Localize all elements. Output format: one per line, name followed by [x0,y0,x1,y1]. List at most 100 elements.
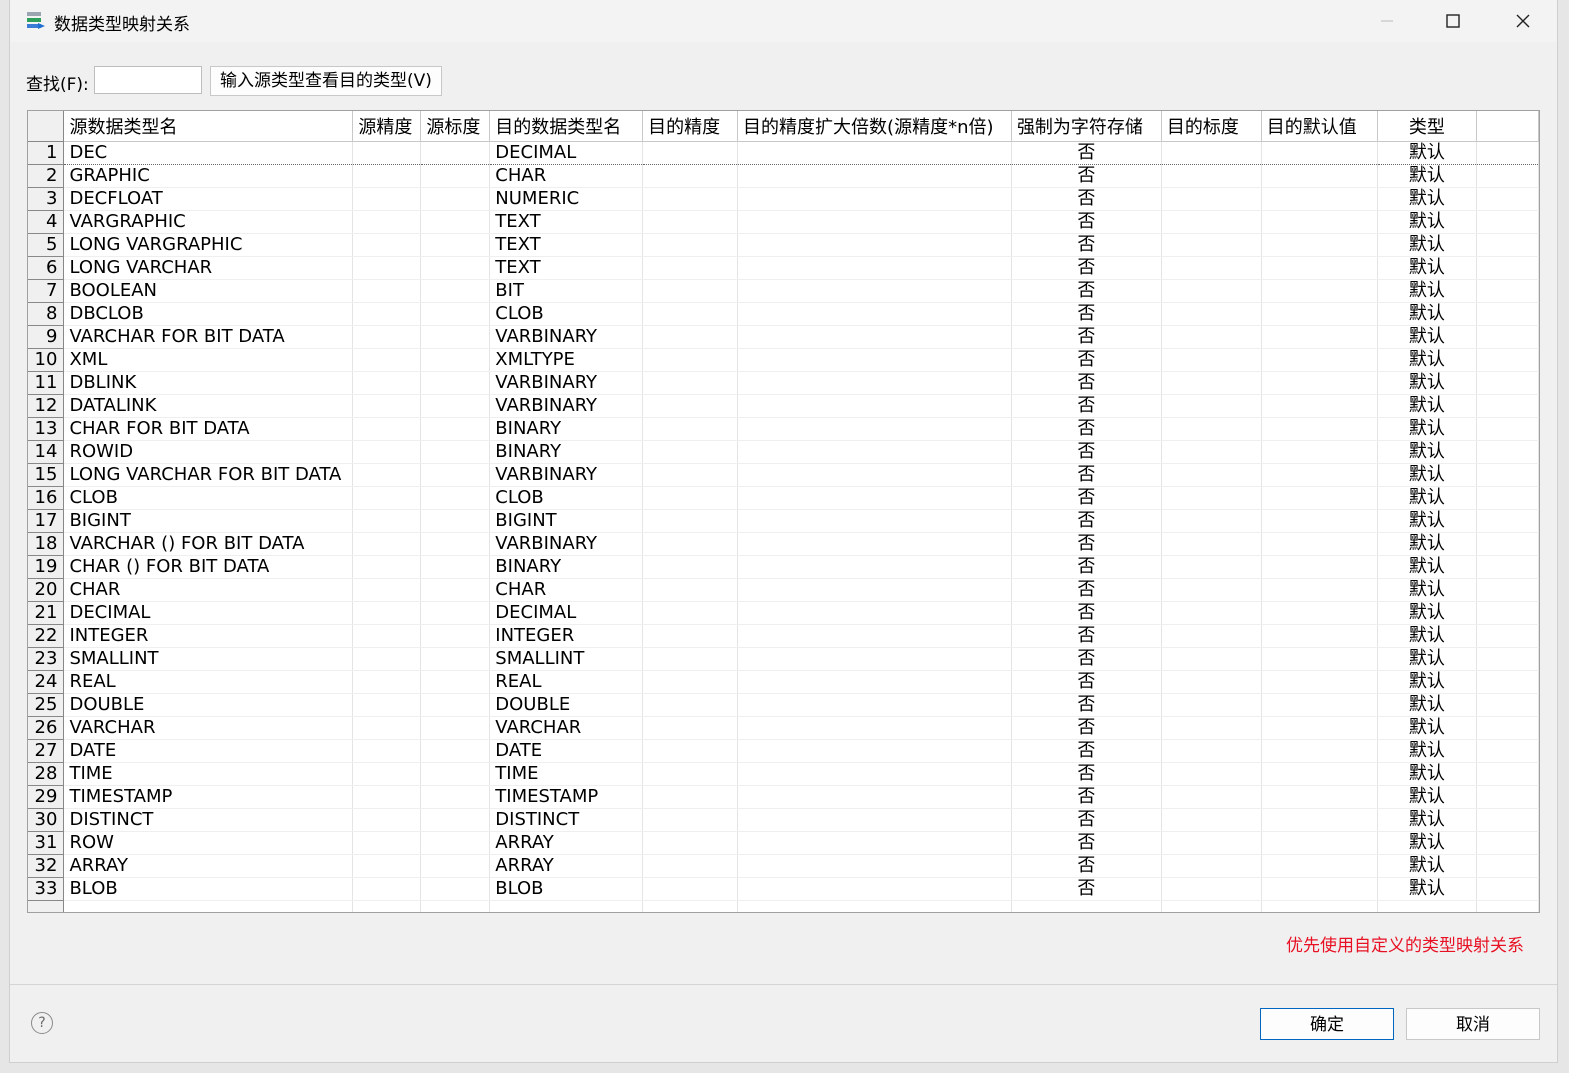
type-cell[interactable]: 默认 [1377,141,1478,165]
target-scale-cell[interactable] [1161,854,1262,878]
target-type-cell[interactable]: ARRAY [489,854,644,878]
type-cell[interactable]: 默认 [1377,785,1478,809]
table-row[interactable]: 21 DECIMAL DECIMAL 否默认 [28,601,1539,625]
force-char-cell[interactable]: 否 [1011,348,1162,372]
target-default-cell[interactable] [1261,877,1378,901]
target-scale-cell[interactable] [1161,808,1262,832]
target-precision-cell[interactable] [642,647,739,671]
precision-multiplier-cell[interactable] [737,440,1012,464]
type-cell[interactable]: 默认 [1377,256,1478,280]
target-precision-cell[interactable] [642,624,739,648]
precision-multiplier-cell[interactable] [737,693,1012,717]
table-row[interactable]: 14 ROWID BINARY 否 默认 [28,440,1539,464]
type-cell[interactable]: 默认 [1377,394,1478,418]
target-precision-cell[interactable] [642,394,739,418]
target-precision-cell[interactable] [642,785,739,809]
precision-multiplier-cell[interactable] [737,371,1012,395]
source-type-cell[interactable]: VARCHAR FOR BIT DATA [63,325,354,349]
target-default-cell[interactable] [1261,486,1378,510]
source-scale-cell[interactable] [420,325,491,349]
type-cell[interactable]: 默认 [1377,716,1478,740]
target-scale-cell[interactable] [1161,325,1262,349]
force-char-cell[interactable]: 否 [1011,141,1162,165]
lookup-target-type-button[interactable]: 输入源类型查看目的类型(V) [210,66,442,96]
target-default-cell[interactable] [1261,854,1378,878]
target-scale-cell[interactable] [1161,877,1262,901]
target-default-cell[interactable] [1261,624,1378,648]
type-cell[interactable]: 默认 [1377,417,1478,441]
target-precision-cell[interactable] [642,831,739,855]
type-cell[interactable]: 默认 [1377,210,1478,234]
target-default-cell[interactable] [1261,831,1378,855]
source-scale-cell[interactable] [420,578,491,602]
type-cell[interactable]: 默认 [1377,854,1478,878]
target-type-cell[interactable]: VARBINARY [489,325,644,349]
precision-multiplier-cell[interactable] [737,348,1012,372]
target-default-cell[interactable] [1261,555,1378,579]
source-precision-cell[interactable] [352,578,422,602]
source-scale-cell[interactable] [420,624,491,648]
target-default-cell[interactable] [1261,808,1378,832]
precision-multiplier-cell[interactable] [737,233,1012,257]
precision-multiplier-cell[interactable] [737,739,1012,763]
table-row[interactable]: 12 DATALINK VARBINARY 否 默认 [28,394,1539,418]
row-number[interactable]: 29 [28,785,65,809]
target-scale-cell[interactable] [1161,532,1262,556]
row-number[interactable]: 5 [28,233,65,257]
close-button[interactable] [1500,0,1546,42]
column-header-target-default[interactable]: 目的默认值 [1261,111,1378,142]
source-scale-cell[interactable] [420,647,491,671]
target-scale-cell[interactable] [1161,785,1262,809]
precision-multiplier-cell[interactable] [737,831,1012,855]
type-cell[interactable]: 默认 [1377,302,1478,326]
source-type-cell[interactable]: BIGINT [63,509,354,533]
row-number[interactable]: 15 [28,463,65,487]
precision-multiplier-cell[interactable] [737,325,1012,349]
target-precision-cell[interactable] [642,463,739,487]
row-number[interactable]: 33 [28,877,65,901]
table-row[interactable]: 10 XML XMLTYPE 否 默认 [28,348,1539,372]
force-char-cell[interactable]: 否 [1011,463,1162,487]
target-type-cell[interactable]: ARRAY [489,831,644,855]
table-row[interactable]: 24 REAL REAL 否默认 [28,670,1539,694]
source-precision-cell[interactable] [352,279,422,303]
type-cell[interactable]: 默认 [1377,325,1478,349]
precision-multiplier-cell[interactable] [737,302,1012,326]
force-char-cell[interactable]: 否 [1011,256,1162,280]
target-scale-cell[interactable] [1161,670,1262,694]
force-char-cell[interactable]: 否 [1011,279,1162,303]
force-char-cell[interactable]: 否 [1011,417,1162,441]
target-default-cell[interactable] [1261,279,1378,303]
help-icon[interactable]: ? [31,1012,53,1034]
source-precision-cell[interactable] [352,164,422,188]
table-row[interactable]: 7 BOOLEAN BIT 否 默认 [28,279,1539,303]
source-scale-cell[interactable] [420,440,491,464]
precision-multiplier-cell[interactable] [737,532,1012,556]
source-type-cell[interactable]: DATE [63,739,354,763]
source-type-cell[interactable]: LONG VARCHAR [63,256,354,280]
source-precision-cell[interactable] [352,210,422,234]
type-cell[interactable]: 默认 [1377,440,1478,464]
source-precision-cell[interactable] [352,762,422,786]
table-row[interactable]: 2 GRAPHIC CHAR 否 默认 [28,164,1539,188]
source-type-cell[interactable]: DISTINCT [63,808,354,832]
target-default-cell[interactable] [1261,785,1378,809]
target-type-cell[interactable]: DISTINCT [489,808,644,832]
precision-multiplier-cell[interactable] [737,647,1012,671]
precision-multiplier-cell[interactable] [737,279,1012,303]
target-type-cell[interactable]: TIMESTAMP [489,785,644,809]
table-row[interactable]: 9 VARCHAR FOR BIT DATA VARBINARY 否 默认 [28,325,1539,349]
force-char-cell[interactable]: 否 [1011,394,1162,418]
target-default-cell[interactable] [1261,348,1378,372]
source-scale-cell[interactable] [420,762,491,786]
target-scale-cell[interactable] [1161,440,1262,464]
target-default-cell[interactable] [1261,417,1378,441]
force-char-cell[interactable]: 否 [1011,555,1162,579]
source-precision-cell[interactable] [352,141,422,165]
target-type-cell[interactable]: VARBINARY [489,463,644,487]
type-cell[interactable]: 默认 [1377,532,1478,556]
precision-multiplier-cell[interactable] [737,210,1012,234]
force-char-cell[interactable]: 否 [1011,716,1162,740]
table-row[interactable]: 30 DISTINCT DISTINCT 否默认 [28,808,1539,832]
source-precision-cell[interactable] [352,187,422,211]
